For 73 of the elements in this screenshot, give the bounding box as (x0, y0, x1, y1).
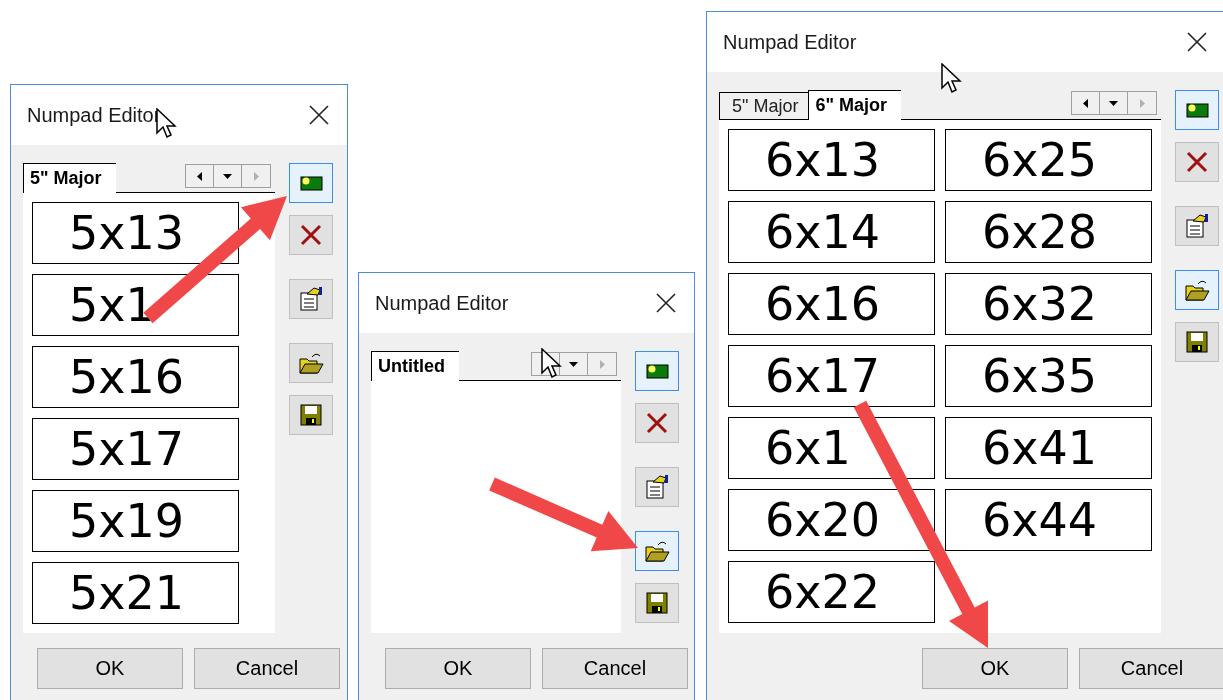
window-title: Numpad Editor (723, 30, 857, 55)
document-icon (298, 286, 324, 312)
tab-scroll-control[interactable] (185, 164, 271, 188)
numpad-key[interactable]: 6x32 (945, 273, 1152, 335)
tab[interactable]: 6" Major (808, 90, 901, 120)
close-icon (1185, 150, 1209, 174)
document-icon (1184, 213, 1210, 239)
right-arrow-icon (599, 359, 605, 369)
tab-scroll-control[interactable] (1071, 91, 1157, 115)
dialog-button[interactable]: Cancel (194, 647, 340, 689)
left-arrow-icon (1083, 98, 1088, 108)
down-arrow-icon (569, 361, 578, 367)
numpad-key[interactable]: 6x28 (945, 201, 1152, 263)
toolbar-button[interactable] (1175, 90, 1219, 130)
toolbar-button[interactable] (289, 215, 333, 255)
document-icon (644, 474, 670, 500)
toolbar-button[interactable] (635, 583, 679, 623)
numpad-key[interactable]: 6x35 (945, 345, 1152, 407)
tab[interactable]: Untitled (371, 351, 459, 381)
close-icon[interactable] (1187, 32, 1207, 52)
folder-icon (298, 351, 324, 375)
toolbar-button[interactable] (1175, 270, 1219, 310)
numpad-key[interactable]: 6x13 (728, 129, 935, 191)
dialog-button[interactable]: OK (922, 647, 1068, 689)
toolbar-button[interactable] (1175, 142, 1219, 182)
numpad-key[interactable]: 5x13 (32, 202, 239, 264)
tab[interactable]: 5" Major (23, 163, 116, 193)
left-arrow-icon (197, 171, 202, 181)
toolbar-button[interactable] (1175, 206, 1219, 246)
numpad-key[interactable]: 5x17 (32, 418, 239, 480)
toolbar-button[interactable] (635, 351, 679, 391)
mouse-pointer-icon (541, 348, 563, 380)
new-item-icon (298, 174, 324, 192)
close-icon (299, 223, 323, 247)
numpad-key[interactable]: 6x41 (945, 417, 1152, 479)
dialog-button[interactable]: Cancel (1079, 647, 1223, 689)
folder-icon (644, 539, 670, 563)
numpad-key[interactable]: 6x16 (728, 273, 935, 335)
dialog-button[interactable]: OK (385, 647, 531, 689)
toolbar-button[interactable] (289, 395, 333, 435)
toolbar-button[interactable] (635, 403, 679, 443)
close-icon[interactable] (656, 293, 676, 313)
dialog-button[interactable]: OK (37, 647, 183, 689)
numpad-key[interactable]: 5x19 (32, 490, 239, 552)
down-arrow-icon (1109, 100, 1118, 106)
folder-icon (1184, 278, 1210, 302)
right-arrow-icon (1139, 98, 1145, 108)
numpad-key[interactable]: 6x1 (728, 417, 935, 479)
numpad-key[interactable]: 6x25 (945, 129, 1152, 191)
toolbar-button[interactable] (635, 531, 679, 571)
toolbar-button[interactable] (289, 343, 333, 383)
numpad-key[interactable]: 5x16 (32, 346, 239, 408)
numpad-key[interactable]: 6x20 (728, 489, 935, 551)
toolbar-button[interactable] (635, 467, 679, 507)
numpad-key[interactable]: 6x44 (945, 489, 1152, 551)
window-title: Numpad Editor (375, 291, 509, 316)
numpad-key[interactable]: 5x1 (32, 274, 239, 336)
right-arrow-icon (253, 171, 259, 181)
close-icon[interactable] (309, 105, 329, 125)
tab[interactable]: 5" Major (719, 92, 809, 119)
toolbar-button[interactable] (289, 163, 333, 203)
toolbar-button[interactable] (289, 279, 333, 319)
numpad-key[interactable]: 5x21 (32, 562, 239, 624)
down-arrow-icon (223, 173, 232, 179)
dialog-button[interactable]: Cancel (542, 647, 688, 689)
new-item-icon (1184, 101, 1210, 119)
mouse-pointer-icon (156, 108, 178, 140)
numpad-key[interactable]: 6x14 (728, 201, 935, 263)
toolbar-button[interactable] (1175, 322, 1219, 362)
new-item-icon (644, 362, 670, 380)
numpad-key[interactable]: 6x17 (728, 345, 935, 407)
close-icon (645, 411, 669, 435)
numpad-key[interactable]: 6x22 (728, 561, 935, 623)
